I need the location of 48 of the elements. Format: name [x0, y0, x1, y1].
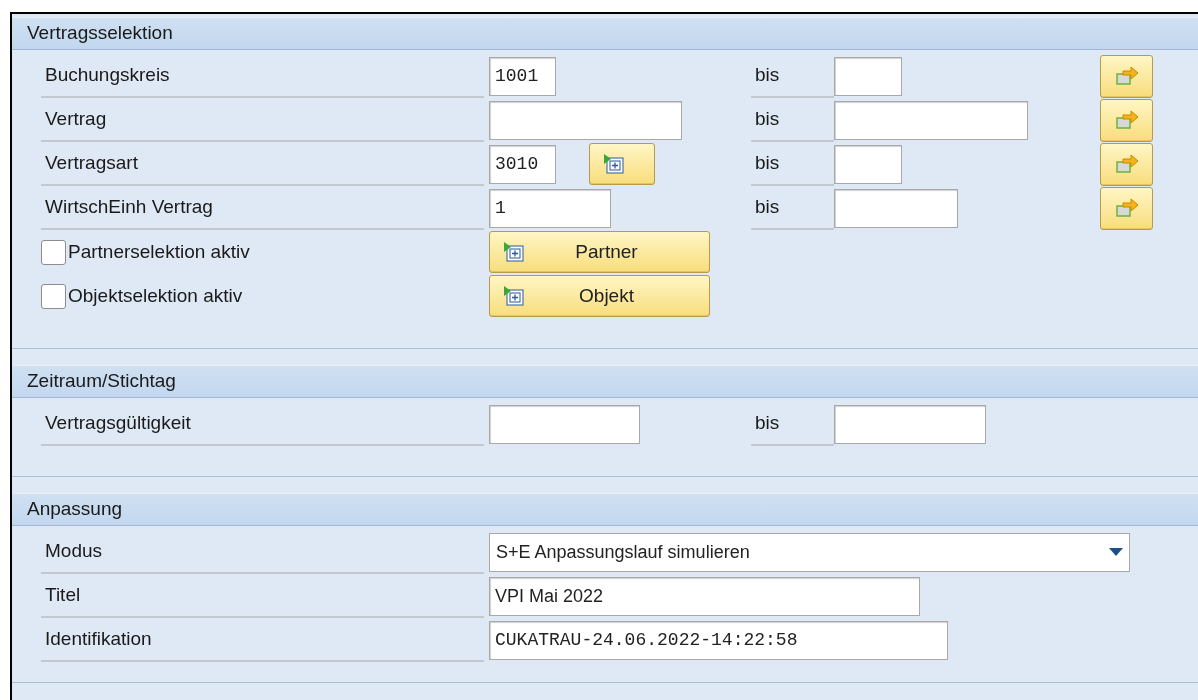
- value-help-button[interactable]: [589, 143, 655, 185]
- multiple-selection-icon: [1113, 65, 1140, 87]
- field-label: bis: [755, 194, 780, 219]
- multiple-selection-button[interactable]: [1100, 186, 1153, 230]
- to-field[interactable]: [834, 56, 902, 96]
- group-title: Zeitraum/Stichtag: [27, 369, 176, 394]
- add-entry-icon: [502, 241, 526, 263]
- multiple-selection-icon: [1113, 153, 1140, 175]
- selection-button[interactable]: Partner: [489, 231, 710, 273]
- field-label: bis: [755, 106, 780, 131]
- text-field[interactable]: CUKATRAU-24.06.2022-14:22:58: [489, 620, 948, 660]
- group-title: Anpassung: [27, 497, 123, 522]
- multiple-selection-button[interactable]: [1100, 98, 1153, 142]
- field-label: Buchungskreis: [45, 62, 170, 87]
- checkbox-label: Partnerselektion aktiv: [68, 239, 250, 264]
- from-field[interactable]: [489, 404, 640, 444]
- field-label: Vertrag: [45, 106, 107, 131]
- multiple-selection-icon: [1113, 197, 1140, 219]
- multiple-selection-icon: [1113, 109, 1140, 131]
- field-label: bis: [755, 150, 780, 175]
- mode-dropdown[interactable]: S+E Anpassungslauf simulieren: [489, 532, 1130, 572]
- field-label: Vertragsgültigkeit: [45, 410, 191, 435]
- text-field[interactable]: VPI Mai 2022: [489, 576, 920, 616]
- to-field[interactable]: [834, 404, 986, 444]
- from-field[interactable]: 3010: [489, 144, 556, 184]
- checkbox-label: Objektselektion aktiv: [68, 283, 243, 308]
- field-label: Titel: [45, 582, 81, 607]
- multiple-selection-button[interactable]: [1100, 142, 1153, 186]
- to-field[interactable]: [834, 188, 958, 228]
- field-label: Identifikation: [45, 626, 152, 651]
- add-entry-icon: [602, 153, 626, 175]
- from-field[interactable]: [489, 100, 682, 140]
- to-field[interactable]: [834, 100, 1028, 140]
- multiple-selection-button[interactable]: [1100, 54, 1153, 98]
- field-label: bis: [755, 410, 780, 435]
- dropdown-caret-icon: [1109, 548, 1123, 556]
- from-field[interactable]: 1001: [489, 56, 556, 96]
- from-field[interactable]: 1: [489, 188, 611, 228]
- checkbox[interactable]: [41, 283, 66, 309]
- field-label: bis: [755, 62, 780, 87]
- field-label: Modus: [45, 538, 103, 563]
- field-label: WirtschEinh Vertrag: [45, 194, 213, 219]
- field-label: Vertragsart: [45, 150, 138, 175]
- add-entry-icon: [502, 285, 526, 307]
- checkbox[interactable]: [41, 239, 66, 265]
- group-title: Vertragsselektion: [27, 21, 173, 46]
- selection-button[interactable]: Objekt: [489, 275, 710, 317]
- to-field[interactable]: [834, 144, 902, 184]
